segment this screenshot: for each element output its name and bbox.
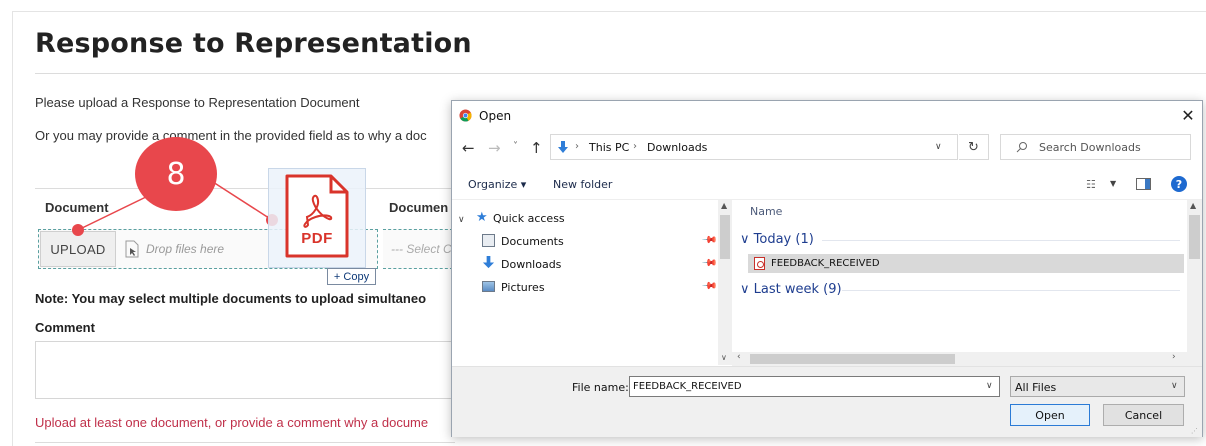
- dialog-title: Open: [479, 109, 512, 123]
- chrome-icon: [459, 109, 472, 122]
- pictures-folder-icon: [482, 281, 495, 292]
- resize-grip-icon[interactable]: ⋰: [1191, 427, 1198, 435]
- file-name-input[interactable]: [629, 376, 1000, 397]
- pdf-file-label: PDF: [301, 230, 333, 247]
- nav-pane-scroll-thumb[interactable]: [720, 215, 730, 259]
- file-type-dropdown-icon[interactable]: ∨: [1171, 381, 1178, 391]
- breadcrumb-this-pc[interactable]: This PC: [589, 141, 629, 154]
- scroll-up-icon[interactable]: ▲: [721, 201, 727, 210]
- document-table-divider: [35, 188, 455, 189]
- comment-textarea[interactable]: [35, 341, 453, 399]
- downloads-folder-icon: [482, 256, 495, 269]
- search-placeholder: Search Downloads: [1039, 141, 1141, 154]
- file-type-select[interactable]: All Files: [1010, 376, 1185, 397]
- breadcrumb-downloads[interactable]: Downloads: [647, 141, 707, 154]
- expand-chevron-icon[interactable]: ∨: [458, 215, 465, 225]
- pdf-file-icon: [754, 257, 765, 270]
- comment-label: Comment: [35, 320, 95, 335]
- cancel-button[interactable]: Cancel: [1103, 404, 1184, 426]
- documents-folder-icon: [482, 234, 495, 247]
- search-icon: [1016, 142, 1027, 153]
- group-header-last-week[interactable]: ∨ Last week (9): [740, 282, 842, 297]
- open-button[interactable]: Open: [1010, 404, 1090, 426]
- step-number-badge: 8: [135, 137, 217, 211]
- document-type-placeholder: --- Select C: [391, 242, 452, 256]
- drag-copy-indicator: + Copy: [327, 268, 376, 285]
- group-divider: [822, 240, 1180, 241]
- nav-item-downloads[interactable]: Downloads: [501, 258, 561, 271]
- name-column-header[interactable]: Name: [750, 205, 782, 218]
- breadcrumb-chevron-icon[interactable]: ›: [633, 141, 637, 152]
- scroll-right-icon[interactable]: ›: [1172, 352, 1176, 362]
- address-bar[interactable]: › This PC › Downloads ∨: [550, 134, 958, 160]
- document-column-header: Document: [45, 200, 109, 215]
- scroll-left-icon[interactable]: ‹: [737, 352, 741, 362]
- file-name-text[interactable]: FEEDBACK_RECEIVED: [771, 258, 880, 269]
- nav-item-quick-access[interactable]: Quick access: [493, 212, 565, 225]
- scroll-down-icon[interactable]: ∨: [721, 353, 727, 362]
- refresh-icon[interactable]: ↻: [959, 134, 989, 160]
- file-name-dropdown-icon[interactable]: ∨: [986, 381, 993, 391]
- file-list-pane: [732, 200, 1187, 352]
- address-dropdown-icon[interactable]: ∨: [935, 142, 942, 152]
- comment-instruction: Or you may provide a comment in the prov…: [35, 128, 427, 143]
- close-icon[interactable]: ✕: [1177, 105, 1199, 125]
- open-file-dialog: Open ✕ ← → ˅ ↑ › This PC › Downloads ∨ ↻…: [451, 100, 1203, 437]
- forward-arrow-icon[interactable]: →: [488, 139, 501, 157]
- organize-menu[interactable]: Organize ▾: [468, 178, 526, 191]
- up-arrow-icon[interactable]: ↑: [530, 139, 543, 157]
- validation-error: Upload at least one document, or provide…: [35, 415, 429, 430]
- view-dropdown-icon[interactable]: ▼: [1110, 179, 1116, 188]
- document-type-column-header: Documen: [389, 200, 449, 215]
- view-options-icon[interactable]: ☷: [1086, 178, 1096, 191]
- preview-pane-icon[interactable]: [1136, 178, 1151, 190]
- file-name-label: File name:: [572, 381, 629, 394]
- horizontal-scroll-thumb[interactable]: [750, 354, 955, 364]
- title-divider: [35, 73, 1206, 74]
- page-title: Response to Representation: [35, 28, 472, 59]
- upload-button[interactable]: UPLOAD: [40, 231, 116, 267]
- nav-item-pictures[interactable]: Pictures: [501, 281, 545, 294]
- nav-item-documents[interactable]: Documents: [501, 235, 564, 248]
- page-bottom-divider: [35, 442, 455, 443]
- star-icon: ★: [476, 210, 488, 225]
- recent-locations-chevron-icon[interactable]: ˅: [513, 141, 518, 152]
- download-location-icon: [558, 141, 568, 153]
- scroll-up-icon[interactable]: ▲: [1190, 201, 1196, 210]
- page-left-border: [12, 11, 13, 446]
- page-top-border: [12, 11, 1206, 12]
- file-list-scroll-thumb[interactable]: [1189, 215, 1200, 259]
- breadcrumb-chevron-icon[interactable]: ›: [575, 141, 579, 152]
- back-arrow-icon[interactable]: ←: [462, 139, 475, 157]
- new-folder-button[interactable]: New folder: [553, 178, 612, 191]
- group-divider: [842, 290, 1180, 291]
- drop-files-placeholder: Drop files here: [146, 242, 225, 256]
- group-header-today[interactable]: ∨ Today (1): [740, 232, 814, 247]
- search-input[interactable]: Search Downloads: [1000, 134, 1191, 160]
- upload-instruction: Please upload a Response to Representati…: [35, 95, 360, 110]
- drop-file-icon: [125, 240, 139, 258]
- multi-upload-note: Note: You may select multiple documents …: [35, 291, 427, 306]
- help-icon[interactable]: ?: [1171, 176, 1187, 192]
